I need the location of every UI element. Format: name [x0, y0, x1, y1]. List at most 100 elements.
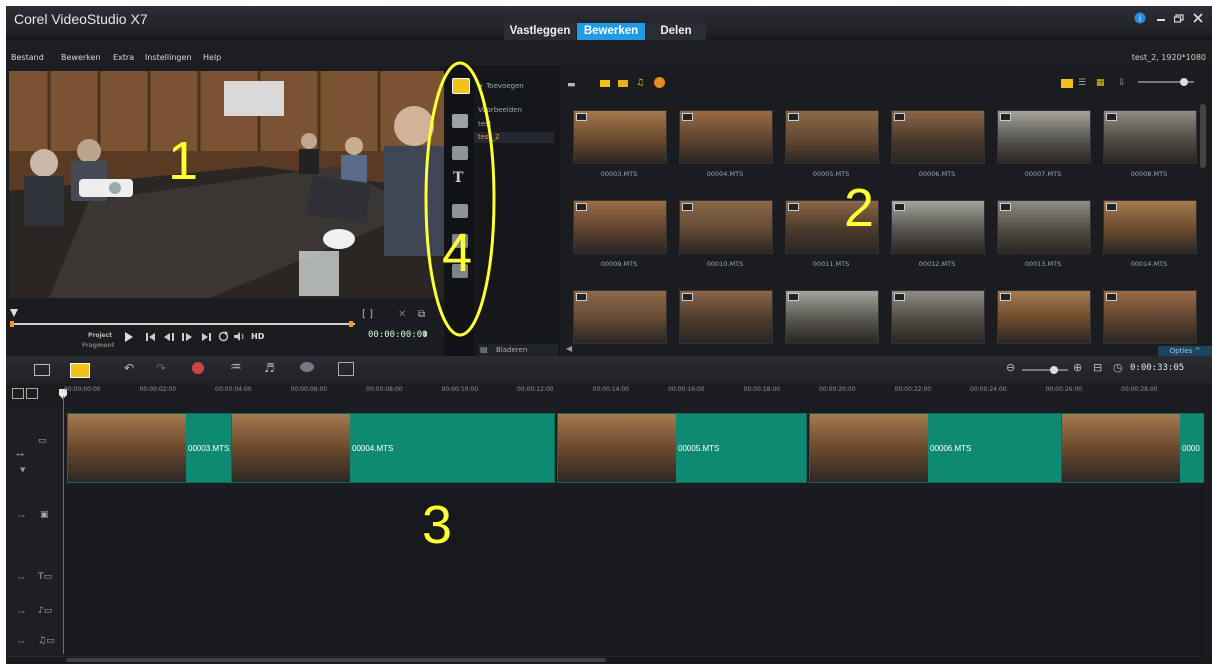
overlay-track-header[interactable]: ⊶ ▣: [6, 488, 63, 563]
timeline-vertical-scrollbar[interactable]: [1204, 406, 1212, 656]
menu-file[interactable]: Bestand: [11, 53, 44, 62]
cut-icon[interactable]: ✕: [398, 309, 406, 320]
clip-thumbnail: [232, 414, 350, 482]
ruler-tick-label: 00:00:04:00: [215, 386, 252, 393]
zoom-in-icon[interactable]: ⊕: [1073, 361, 1082, 374]
video-badge-icon: [576, 113, 587, 121]
music-track-header[interactable]: ⊶ ♫▭: [6, 630, 63, 657]
voice-visibility-icon[interactable]: ⊶: [18, 608, 25, 616]
auto-music-icon[interactable]: ♬: [264, 361, 275, 375]
library-clip-thumbnail[interactable]: [679, 290, 773, 344]
playback-scrubber[interactable]: [10, 312, 355, 327]
overlay-track[interactable]: [63, 488, 1203, 563]
library-clip-thumbnail[interactable]: [891, 290, 985, 344]
prev-frame-icon[interactable]: [164, 332, 176, 345]
end-icon[interactable]: [202, 332, 212, 345]
next-frame-icon[interactable]: [182, 332, 194, 345]
timeline-horizontal-scrollbar[interactable]: [66, 658, 606, 662]
library-clip-thumbnail[interactable]: [891, 110, 985, 164]
help-icon[interactable]: i: [1134, 12, 1146, 27]
voice-track[interactable]: [63, 596, 1203, 631]
subtitle-editor-icon[interactable]: [338, 362, 354, 376]
fragment-mode-label[interactable]: Fragment: [82, 342, 114, 349]
zoom-slider[interactable]: [1022, 366, 1068, 374]
preview-window[interactable]: [9, 71, 446, 298]
track-expand-icon[interactable]: ▼: [20, 466, 25, 474]
library-clip-thumbnail[interactable]: [997, 200, 1091, 254]
voice-track-icon: ♪▭: [38, 606, 53, 616]
menu-settings[interactable]: Instellingen: [145, 53, 191, 62]
repeat-icon[interactable]: [218, 331, 229, 345]
video-badge-icon: [788, 203, 799, 211]
mark-in-out-icon[interactable]: [ ]: [362, 309, 373, 320]
options-button[interactable]: Opties ^: [1158, 346, 1212, 356]
play-icon[interactable]: [124, 332, 134, 345]
record-capture-icon[interactable]: [192, 362, 204, 374]
close-icon[interactable]: [1193, 12, 1203, 26]
title-visibility-icon[interactable]: ⊶: [18, 574, 25, 582]
library-scrollbar[interactable]: [1200, 104, 1206, 168]
menu-edit[interactable]: Bewerken: [61, 53, 101, 62]
video-track[interactable]: 00003.MTS 00004.MTS 00005.MTS 00006.MTS 0000: [63, 406, 1205, 489]
storyboard-view-icon[interactable]: [34, 364, 50, 376]
title-track-header[interactable]: ⊶ T▭: [6, 562, 63, 597]
timeline-ruler[interactable]: 00:00:00:00 00:00:02:00 00:00:04:00 00:00:0…: [6, 384, 1212, 407]
overlay-visibility-icon[interactable]: ⊶: [18, 512, 25, 520]
library-clip-thumbnail[interactable]: [679, 200, 773, 254]
scroll-left-icon[interactable]: ◀: [566, 344, 572, 353]
library-clip-thumbnail[interactable]: [785, 110, 879, 164]
fit-project-icon[interactable]: ⊟: [1093, 361, 1102, 374]
project-mode-label[interactable]: Project: [88, 332, 112, 339]
library-clip-thumbnail[interactable]: [997, 290, 1091, 344]
voice-track-header[interactable]: ⊶ ♪▭: [6, 596, 63, 631]
video-track-header[interactable]: ⊶ ▭ ▼: [6, 406, 63, 489]
motion-tracking-icon[interactable]: [300, 362, 314, 372]
video-badge-icon: [576, 293, 587, 301]
title-bar: Corel VideoStudio X7 Vastleggen Bewerken…: [6, 6, 1212, 40]
timeline-clip[interactable]: 00005.MTS: [557, 413, 807, 483]
timeline-clip[interactable]: 00006.MTS: [809, 413, 1063, 483]
library-clip-thumbnail[interactable]: [573, 110, 667, 164]
menu-help[interactable]: Help: [203, 53, 221, 62]
library-clip-thumbnail[interactable]: [891, 200, 985, 254]
clip-name-label: 00004.MTS: [352, 444, 394, 453]
title-track[interactable]: [63, 562, 1203, 597]
menu-extra[interactable]: Extra: [113, 53, 134, 62]
library-clip-thumbnail[interactable]: [785, 290, 879, 344]
volume-icon[interactable]: [234, 331, 246, 345]
library-clip-thumbnail[interactable]: [997, 110, 1091, 164]
library-clip-thumbnail[interactable]: [679, 110, 773, 164]
timeline-clip[interactable]: 0000: [1061, 413, 1205, 483]
title-track-icon: T▭: [38, 572, 53, 582]
sound-mixer-icon[interactable]: ♒: [230, 360, 242, 375]
player-timecode[interactable]: 00:00:00:00: [368, 330, 428, 340]
browse-button[interactable]: ▤ Bladeren: [478, 344, 558, 356]
library-clip-thumbnail[interactable]: [573, 290, 667, 344]
library-clip-thumbnail[interactable]: [573, 200, 667, 254]
tab-capture[interactable]: Vastleggen: [504, 23, 576, 40]
zoom-out-icon[interactable]: ⊖: [1006, 361, 1015, 374]
video-badge-icon: [682, 203, 693, 211]
tab-share[interactable]: Delen: [646, 23, 706, 40]
home-icon[interactable]: [146, 332, 156, 345]
timeline-clip[interactable]: 00003.MTS: [67, 413, 233, 483]
zoom-knob[interactable]: [1050, 366, 1058, 374]
ruler-tick-label: 00:00:22:00: [894, 386, 932, 393]
timeline-clip[interactable]: 00004.MTS: [231, 413, 555, 483]
undo-icon[interactable]: ↶: [124, 361, 134, 375]
minimize-icon[interactable]: [1156, 12, 1166, 26]
library-clip-thumbnail[interactable]: [1103, 200, 1197, 254]
restore-icon[interactable]: [1173, 12, 1184, 26]
library-clip-label: 00003.MTS: [600, 170, 638, 178]
annotation-1: 1: [168, 131, 199, 191]
browse-icon: ▤: [480, 345, 488, 354]
redo-icon[interactable]: ↷: [156, 361, 166, 375]
track-toggle-icon[interactable]: ⊶: [16, 450, 24, 459]
timeline-view-icon[interactable]: [70, 363, 90, 378]
music-track[interactable]: [63, 630, 1203, 657]
music-visibility-icon[interactable]: ⊶: [18, 638, 25, 646]
tab-edit[interactable]: Bewerken: [577, 23, 645, 40]
library-clip-thumbnail[interactable]: [1103, 290, 1197, 344]
hd-preview-button[interactable]: HD: [251, 332, 264, 341]
library-clip-thumbnail[interactable]: [1103, 110, 1197, 164]
